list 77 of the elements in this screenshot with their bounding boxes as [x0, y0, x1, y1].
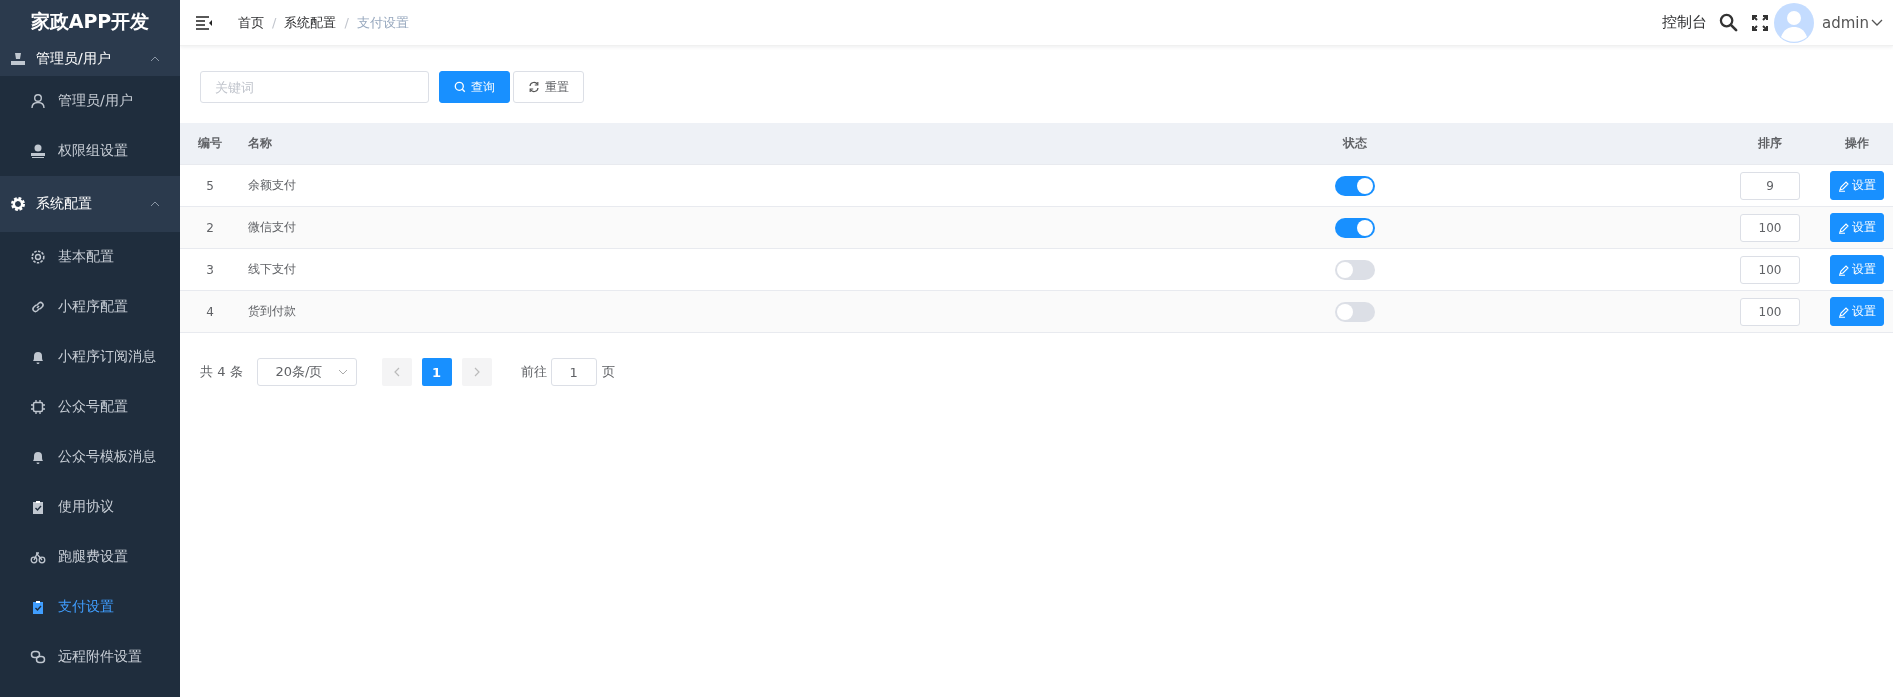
breadcrumb-link[interactable]: 首页	[238, 13, 264, 32]
page-size-select[interactable]: 20条/页	[256, 358, 357, 386]
stamp-icon	[30, 143, 46, 159]
chevron-icon	[150, 201, 160, 207]
gear-icon	[10, 196, 26, 212]
goto-label: 前往	[520, 363, 547, 381]
chevron-right-icon	[473, 367, 480, 377]
toggle-switch[interactable]	[1335, 301, 1375, 322]
reset-button[interactable]: 重置	[513, 71, 584, 103]
page-suffix: 页	[601, 363, 615, 381]
bell-icon	[30, 349, 46, 365]
chevron-left-icon	[393, 367, 400, 377]
user-icon	[30, 93, 46, 109]
menu-item[interactable]: 支付设置	[0, 582, 180, 632]
column-header: 状态	[1341, 135, 1368, 152]
breadcrumb-link[interactable]: 系统配置	[284, 13, 337, 32]
sort-field[interactable]: 100	[1740, 255, 1800, 284]
menu-item[interactable]: 公众号模板消息	[0, 432, 180, 482]
clipboard-icon	[30, 599, 46, 615]
gear-icon	[30, 249, 46, 265]
table-cell-text: 3	[205, 262, 215, 277]
menu-item[interactable]: 权限组设置	[0, 126, 180, 176]
fullscreen-icon[interactable]	[1752, 14, 1768, 31]
keyword-field[interactable]: 关键词	[200, 71, 429, 103]
table-cell-text: 2	[205, 220, 215, 235]
chip-icon	[30, 399, 46, 415]
menu-item[interactable]: 基本配置	[0, 232, 180, 282]
search-icon	[454, 81, 466, 93]
column-header: 操作	[1843, 135, 1870, 152]
toggle-switch[interactable]	[1335, 259, 1375, 280]
table-cell-text: 余额支付	[247, 177, 297, 194]
sort-field[interactable]: 9	[1740, 171, 1800, 200]
table-cell-text: 4	[205, 304, 215, 319]
breadcrumb-separator: /	[272, 15, 277, 30]
menu-item[interactable]: 管理员/用户	[0, 76, 180, 126]
chevron-icon	[150, 56, 160, 62]
menu-item[interactable]: 跑腿费设置	[0, 532, 180, 582]
menu-icon[interactable]	[196, 15, 212, 30]
menu-item[interactable]: 远程附件设置	[0, 632, 180, 682]
column-header: 排序	[1757, 135, 1783, 152]
link-icon	[30, 649, 46, 665]
sort-field[interactable]: 100	[1740, 213, 1800, 242]
menu-item[interactable]: 公众号配置	[0, 382, 180, 432]
menu-group[interactable]: 管理员/用户	[0, 42, 180, 76]
table-cell-text: 线下支付	[247, 261, 297, 278]
user-name[interactable]: admin	[1822, 13, 1869, 32]
total-count: 共 4 条	[200, 363, 243, 381]
current-page-title: 支付设置	[356, 13, 409, 32]
menu-item[interactable]: 使用协议	[0, 482, 180, 532]
menu-group[interactable]: 系统配置	[0, 176, 180, 232]
menu-item[interactable]: 小程序配置	[0, 282, 180, 332]
table-cell-text: 微信支付	[247, 219, 297, 236]
caret-icon[interactable]	[1871, 18, 1883, 27]
sort-field[interactable]: 100	[1740, 297, 1800, 326]
caret-icon	[337, 369, 348, 375]
toggle-switch[interactable]	[1335, 217, 1375, 238]
toggle-switch[interactable]	[1335, 175, 1375, 196]
pencil-icon	[1837, 305, 1850, 318]
stamp-icon	[10, 51, 26, 67]
clipboard-icon	[30, 499, 46, 515]
column-header: 名称	[247, 135, 273, 152]
table-cell-text: 5	[205, 178, 215, 193]
refresh-icon	[528, 81, 540, 93]
console-link[interactable]: 控制台	[1662, 13, 1707, 32]
pencil-icon	[1837, 263, 1850, 276]
column-header: 编号	[197, 135, 223, 152]
page-field[interactable]: 1	[550, 358, 597, 386]
menu-item[interactable]: 小程序订阅消息	[0, 332, 180, 382]
table-cell-text: 货到付款	[247, 303, 297, 320]
pencil-icon	[1837, 179, 1850, 192]
search-icon[interactable]	[1719, 13, 1738, 32]
pencil-icon	[1837, 221, 1850, 234]
bell-icon	[30, 449, 46, 465]
app-logo: 家政APP开发	[0, 0, 180, 42]
bicycle-icon	[30, 549, 46, 565]
link-icon	[30, 299, 46, 315]
breadcrumb-separator: /	[344, 15, 349, 30]
